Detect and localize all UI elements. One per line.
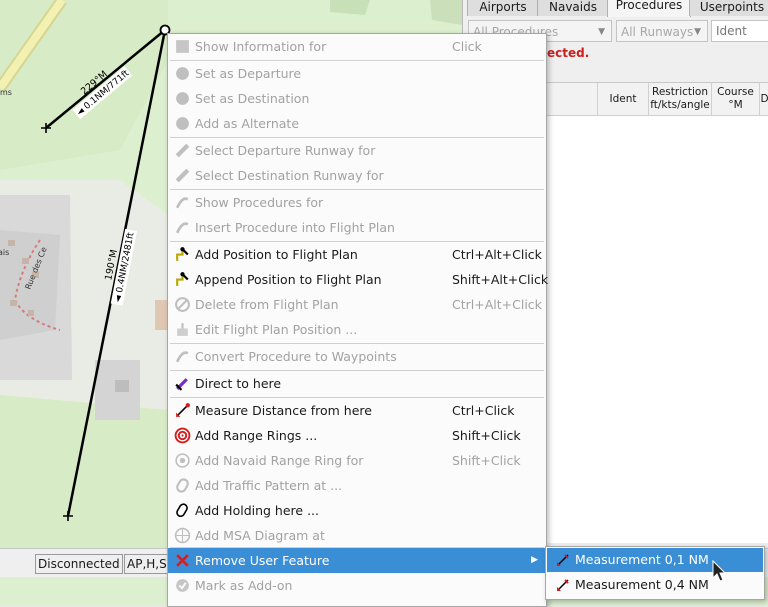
procedure-icon	[175, 222, 189, 234]
column-header-ident[interactable]: Ident	[598, 83, 649, 116]
menu-item-show-information[interactable]: Show Information for Click	[168, 34, 546, 59]
runway-icon	[175, 143, 190, 158]
map-flags-status: AP,H,S,	[124, 554, 171, 574]
map-context-menu: Show Information for Click Set as Departu…	[167, 33, 548, 607]
tab-userpoints[interactable]: Userpoints	[689, 0, 768, 16]
menu-item-measure-distance[interactable]: Measure Distance from here Ctrl+Click	[168, 398, 546, 423]
menu-item-delete-from-plan[interactable]: Delete from Flight Plan Ctrl+Alt+Click	[168, 292, 546, 317]
mouse-cursor-icon	[712, 560, 727, 582]
menu-item-add-navaid-range-ring[interactable]: Add Navaid Range Ring for Shift+Click	[168, 448, 546, 473]
menu-item-direct-to[interactable]: Direct to here	[168, 371, 546, 396]
column-header-restriction[interactable]: Restriction ft/kts/angle	[649, 83, 712, 116]
connection-status: Disconnected	[35, 554, 123, 574]
chevron-down-icon: ▼	[598, 27, 605, 37]
menu-item-edit-position[interactable]: Edit Flight Plan Position ...	[168, 317, 546, 342]
menu-item-add-alternate[interactable]: Add as Alternate	[168, 111, 546, 136]
navaid-ring-icon	[175, 453, 190, 468]
menu-item-add-msa-diagram[interactable]: Add MSA Diagram at	[168, 523, 546, 548]
direct-to-icon	[175, 378, 188, 391]
append-position-icon	[176, 272, 189, 286]
dock-tabbar: Airports Navaids Procedures Userpoints	[463, 0, 768, 17]
menu-item-select-destination-runway[interactable]: Select Destination Runway for	[168, 163, 546, 188]
procedure-icon	[175, 351, 189, 363]
holding-icon	[176, 503, 188, 518]
addon-icon	[176, 579, 189, 592]
remove-user-feature-submenu: Measurement 0,1 NM Measurement 0,4 NM	[545, 546, 765, 600]
procedure-icon	[175, 197, 189, 209]
map-label-partial: ms	[0, 88, 12, 97]
menu-item-select-departure-runway[interactable]: Select Departure Runway for	[168, 138, 546, 163]
msa-icon	[174, 527, 191, 544]
tab-procedures[interactable]: Procedures	[607, 0, 691, 17]
measure-icon	[557, 554, 569, 566]
map-label-partial: ais	[0, 248, 9, 257]
ident-input[interactable]: Ident	[711, 20, 768, 42]
menu-item-add-holding[interactable]: Add Holding here ...	[168, 498, 546, 523]
airport-icon	[176, 117, 189, 130]
runway-icon	[175, 168, 190, 183]
column-header-distance[interactable]: D	[760, 83, 768, 116]
menu-item-insert-procedure[interactable]: Insert Procedure into Flight Plan	[168, 215, 546, 240]
menu-item-set-departure[interactable]: Set as Departure	[168, 61, 546, 86]
edit-icon	[177, 323, 188, 336]
add-position-icon	[176, 247, 189, 261]
runways-filter-value: All Runways	[621, 25, 694, 39]
measure-icon	[176, 403, 190, 417]
airport-icon	[176, 67, 189, 80]
menu-item-mark-addon[interactable]: Mark as Add-on	[168, 573, 546, 598]
tab-airports[interactable]: Airports	[467, 0, 539, 16]
info-icon	[176, 40, 189, 53]
tab-navaids[interactable]: Navaids	[537, 0, 609, 16]
menu-item-set-destination[interactable]: Set as Destination	[168, 86, 546, 111]
submenu-arrow-icon: ▶	[531, 555, 538, 565]
delete-icon	[175, 297, 190, 312]
error-message: ected.	[547, 46, 590, 60]
measure-icon	[557, 579, 569, 591]
menu-item-remove-user-feature[interactable]: Remove User Feature ▶	[168, 548, 546, 573]
runways-filter-combo[interactable]: All Runways ▼	[616, 20, 708, 42]
submenu-item-measurement-0-4[interactable]: Measurement 0,4 NM	[547, 573, 763, 597]
range-rings-icon	[174, 427, 191, 444]
traffic-pattern-icon	[176, 478, 189, 493]
menu-item-append-position[interactable]: Append Position to Flight Plan Shift+Alt+…	[168, 267, 548, 292]
menu-item-add-position[interactable]: Add Position to Flight Plan Ctrl+Alt+Clic…	[168, 242, 546, 267]
remove-icon	[176, 554, 189, 567]
airport-icon	[176, 92, 189, 105]
column-header-course[interactable]: Course °M	[712, 83, 760, 116]
chevron-down-icon: ▼	[694, 27, 701, 37]
submenu-item-measurement-0-1[interactable]: Measurement 0,1 NM	[547, 548, 763, 572]
menu-item-add-traffic-pattern[interactable]: Add Traffic Pattern at ...	[168, 473, 546, 498]
menu-item-add-range-rings[interactable]: Add Range Rings ... Shift+Click	[168, 423, 546, 448]
menu-item-show-procedures[interactable]: Show Procedures for	[168, 190, 546, 215]
menu-item-convert-procedure[interactable]: Convert Procedure to Waypoints	[168, 344, 546, 369]
